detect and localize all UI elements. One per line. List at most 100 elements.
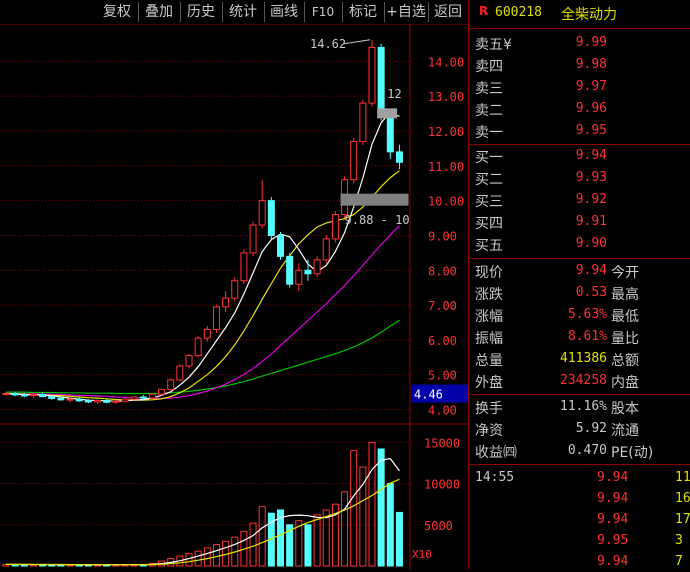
high-marker-line: [343, 39, 371, 45]
price-tick-label: 5.00: [428, 369, 457, 383]
stat-label: 今开: [611, 265, 639, 281]
add-favorite-button[interactable]: +自选: [384, 2, 429, 22]
stat-value: 9.94: [575, 263, 607, 278]
kline-chart[interactable]: 14.00 13.00 12.00 11.00 10.00 9.00 8.00 7.00 6.0…: [0, 0, 468, 570]
ask-row[interactable]: 卖五¥ 9.99: [469, 32, 690, 54]
ask-price: 9.95: [575, 123, 607, 138]
ask-row[interactable]: 卖四 9.98: [469, 54, 690, 76]
volume-bar: [304, 524, 312, 567]
tick-volume: 17: [675, 512, 690, 527]
fundamental-value: 0.470: [567, 443, 607, 458]
tick-row: 14:55 9.94 11: [469, 468, 690, 488]
ask-label: 卖二: [475, 103, 503, 119]
bid-row[interactable]: 买五 9.90: [469, 233, 690, 255]
stock-name: 全柴动力: [561, 7, 617, 23]
candle-body: [167, 379, 175, 390]
volume-bar: [350, 450, 358, 567]
bid-price: 9.90: [575, 236, 607, 251]
tick-row: 9.94 16: [469, 489, 690, 509]
f10-button[interactable]: F10: [304, 2, 343, 22]
ask-row[interactable]: 卖三 9.97: [469, 76, 690, 98]
divider: [469, 464, 690, 465]
stock-header[interactable]: R 600218 全柴动力: [469, 0, 690, 26]
volume-tick-label: 10000: [424, 478, 460, 492]
ask-price: 9.99: [575, 35, 607, 50]
ask-row[interactable]: 卖一 9.95: [469, 120, 690, 142]
stat-label: 内盘: [611, 375, 639, 391]
stat-label: 振幅: [475, 331, 503, 347]
candle-body: [350, 140, 358, 181]
divider: [469, 258, 690, 259]
candle-body: [277, 234, 284, 257]
volume-bar: [185, 553, 193, 567]
candle-body: [359, 102, 367, 142]
stat-row: 涨跌 0.53 最高: [469, 282, 690, 304]
statistics-button[interactable]: 统计: [222, 2, 265, 22]
price-label-12: 12: [387, 87, 401, 101]
candle-body: [20, 394, 28, 397]
fundamental-label: 收益㈣: [475, 445, 517, 461]
chart-toolbar: 复权 叠加 历史 统计 画线 F10 标记 +自选 返回: [0, 0, 470, 24]
candle-body: [286, 255, 294, 285]
tick-price: 9.94: [597, 470, 629, 485]
candle-body: [322, 238, 330, 261]
candle-body: [377, 46, 385, 118]
candle-body: [395, 151, 403, 163]
range-box-10: [340, 193, 409, 206]
candle-body: [267, 200, 275, 236]
history-button[interactable]: 历史: [180, 2, 223, 22]
bid-label: 买五: [475, 238, 503, 254]
fundamental-value: 11.16%: [560, 399, 607, 414]
overlay-button[interactable]: 叠加: [138, 2, 181, 22]
fundamental-label: 流通: [611, 423, 639, 439]
bid-row[interactable]: 买四 9.91: [469, 211, 690, 233]
fundamental-label: 股本: [611, 401, 639, 417]
bid-row[interactable]: 买三 9.92: [469, 189, 690, 211]
tick-volume: 16: [675, 491, 690, 506]
stat-label: 总额: [611, 353, 639, 369]
restore-rights-button[interactable]: 复权: [96, 2, 139, 22]
stat-label: 涨幅: [475, 309, 503, 325]
ask-label: 卖四: [475, 59, 503, 75]
candle-body: [158, 388, 166, 395]
back-button[interactable]: 返回: [428, 2, 469, 22]
tick-volume: 11: [675, 470, 690, 485]
volume-bar: [368, 441, 376, 567]
bid-label: 买四: [475, 216, 503, 232]
tick-time: 14:55: [475, 470, 515, 485]
candle-body: [185, 355, 193, 367]
candle-body: [194, 337, 202, 357]
mark-button[interactable]: 标记: [342, 2, 385, 22]
ask-label: 卖五¥: [475, 37, 512, 53]
candle-body: [75, 398, 83, 402]
candle-body: [11, 393, 19, 396]
volume-unit-label: X10: [412, 548, 432, 561]
divider: [469, 394, 690, 395]
volume-bar: [377, 448, 385, 567]
price-tick-label: 14.00: [428, 55, 464, 69]
stock-badge: R: [479, 4, 489, 18]
fundamental-row: 换手 11.16% 股本: [469, 396, 690, 418]
fundamental-label: PE(动): [611, 445, 654, 461]
stat-value: 0.53: [575, 285, 607, 300]
candle-body: [222, 297, 230, 308]
price-tick-label: 6.00: [428, 334, 457, 348]
candle-body: [331, 214, 339, 240]
bid-price: 9.92: [575, 192, 607, 207]
price-tick-label: 8.00: [428, 264, 457, 278]
ask-row[interactable]: 卖二 9.96: [469, 98, 690, 120]
fundamental-value: 5.92: [575, 421, 607, 436]
candle-body: [295, 269, 303, 285]
bid-label: 买二: [475, 172, 503, 188]
price-box-12: [377, 108, 398, 119]
draw-line-button[interactable]: 画线: [264, 2, 305, 22]
volume-bar: [322, 509, 330, 567]
bid-row[interactable]: 买二 9.93: [469, 167, 690, 189]
low-price-label: 9.88 - 10: [345, 213, 410, 227]
bid-label: 买三: [475, 194, 503, 210]
price-tick-label: 12.00: [428, 125, 464, 139]
bid-row[interactable]: 买一 9.94: [469, 145, 690, 167]
tick-row: 9.95 3: [469, 531, 690, 551]
ask-price: 9.96: [575, 101, 607, 116]
candle-body: [103, 400, 111, 403]
